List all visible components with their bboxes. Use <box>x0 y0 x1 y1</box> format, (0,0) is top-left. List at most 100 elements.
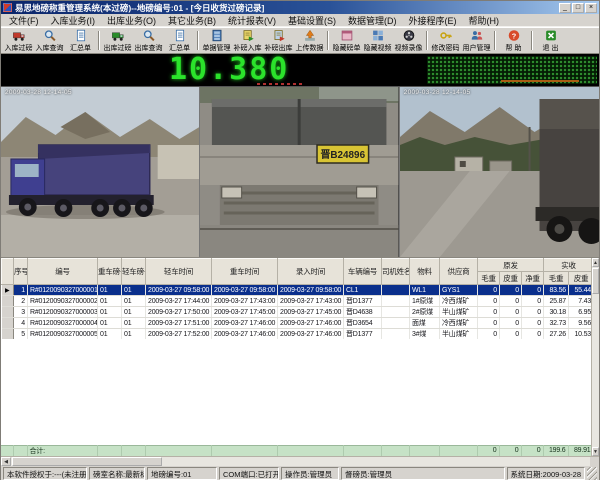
cell-driver <box>382 296 410 307</box>
menu-item[interactable]: 出库业务(O) <box>101 14 162 27</box>
toolbar-button[interactable]: 修改密码 <box>430 29 461 52</box>
row-selector[interactable]: ▶ <box>2 285 14 296</box>
cell-vehicle: 晋D4638 <box>344 307 382 318</box>
toolbar-button-label: 汇总单 <box>169 43 190 53</box>
cell-orig-tare: 0 <box>500 329 522 340</box>
horizontal-scroll-thumb[interactable] <box>12 457 162 466</box>
status-panel: 操作员:管理员 <box>281 467 339 480</box>
row-selector[interactable] <box>2 307 14 318</box>
header-heavy-scale[interactable]: 重车磅号 <box>98 259 122 285</box>
minimize-button[interactable]: _ <box>559 3 571 13</box>
cell-seq: 4 <box>14 318 28 329</box>
cell-light-scale: 01 <box>122 318 146 329</box>
toolbar-button[interactable]: 汇总单 <box>65 29 96 52</box>
note-in-icon <box>241 29 255 42</box>
toolbar-button-label: 隐藏磅单 <box>333 43 361 53</box>
row-selector[interactable] <box>2 329 14 340</box>
header-light-time[interactable]: 轻车时间 <box>146 259 212 285</box>
menu-item[interactable]: 帮助(H) <box>463 14 506 27</box>
header-heavy-time[interactable]: 重车时间 <box>212 259 278 285</box>
header-group-original[interactable]: 原发 <box>478 259 544 272</box>
header-light-scale[interactable]: 轻车磅号 <box>122 259 146 285</box>
toolbar-button[interactable]: 用户管理 <box>461 29 492 52</box>
toolbar-button[interactable]: 补磅入库 <box>232 29 263 52</box>
menu-item[interactable]: 统计报表(V) <box>222 14 282 27</box>
header-vehicle[interactable]: 车辆编号 <box>344 259 382 285</box>
toolbar-button[interactable]: 出库过磅 <box>102 29 133 52</box>
cell-material: 1#原煤 <box>410 296 440 307</box>
toolbar-button-label: 视频录像 <box>395 43 423 53</box>
toolbar-button[interactable]: ? 帮 助 <box>498 29 529 52</box>
records-table: 序号 编号 重车磅号 轻车磅号 轻车时间 重车时间 录入时间 车辆编号 司机姓名… <box>1 258 594 340</box>
cell-vehicle: 晋D1377 <box>344 296 382 307</box>
cabinet-icon <box>210 29 224 42</box>
cell-heavy-time: 2009-03-27 17:43:00 <box>212 296 278 307</box>
toolbar-button[interactable]: 出库查询 <box>133 29 164 52</box>
toolbar-button[interactable]: 隐藏视频 <box>362 29 393 52</box>
menu-item[interactable]: 文件(F) <box>3 14 45 27</box>
resize-grip[interactable] <box>587 467 597 480</box>
table-row[interactable]: ▶ 1 R#0120090327000001 01 01 2009-03-27 … <box>2 285 594 296</box>
header-driver[interactable]: 司机姓名 <box>382 259 410 285</box>
menu-item[interactable]: 入库业务(I) <box>45 14 102 27</box>
toolbar-button[interactable]: 补磅出库 <box>263 29 294 52</box>
vertical-scrollbar[interactable]: ▲ ▼ <box>591 258 599 456</box>
header-seq[interactable]: 序号 <box>14 259 28 285</box>
toolbar-separator <box>197 31 199 50</box>
scroll-up-icon[interactable]: ▲ <box>592 258 599 267</box>
status-panel: 本软件授权于:---(未注册) <box>3 467 87 480</box>
exit-icon <box>544 29 558 42</box>
header-recv-tare[interactable]: 皮重 <box>569 272 594 285</box>
table-row[interactable]: 3 R#0120090327000003 01 01 2009-03-27 17… <box>2 307 594 318</box>
menu-item[interactable]: 外接程序(E) <box>403 14 463 27</box>
header-orig-tare[interactable]: 皮重 <box>500 272 522 285</box>
header-gutter <box>2 259 14 285</box>
toolbar-button[interactable]: 入库查询 <box>34 29 65 52</box>
cell-recv-tare: 10.53 <box>569 329 594 340</box>
toolbar-button[interactable]: 单据管理 <box>201 29 232 52</box>
toolbar-button-label: 单据管理 <box>203 43 231 53</box>
menu-item[interactable]: 其它业务(B) <box>162 14 222 27</box>
scroll-down-icon[interactable]: ▼ <box>592 447 599 456</box>
document-icon <box>173 29 187 42</box>
header-entry-time[interactable]: 录入时间 <box>278 259 344 285</box>
cell-orig-gross: 0 <box>478 307 500 318</box>
header-group-received[interactable]: 实收 <box>544 259 594 272</box>
toolbar-button[interactable]: 退 出 <box>535 29 566 52</box>
header-recv-gross[interactable]: 毛重 <box>544 272 569 285</box>
menu-item[interactable]: 基础设置(S) <box>282 14 342 27</box>
row-selector[interactable] <box>2 318 14 329</box>
totals-orig-tare: 0 <box>499 445 521 456</box>
maximize-button[interactable]: □ <box>572 3 584 13</box>
header-no[interactable]: 编号 <box>28 259 98 285</box>
status-bar: 本软件授权于:---(未注册)磅室名称:最新标准版地磅编号:01COM端口:已打… <box>1 466 599 480</box>
status-panel: 地磅编号:01 <box>147 467 217 480</box>
camera-2-scene: 晋B24896 <box>200 87 398 257</box>
table-row[interactable]: 2 R#0120090327000002 01 01 2009-03-27 17… <box>2 296 594 307</box>
cell-recv-gross: 27.26 <box>544 329 569 340</box>
toolbar-button[interactable]: 上传数据 <box>294 29 325 52</box>
cell-vehicle: 晋D1377 <box>344 329 382 340</box>
close-button[interactable]: × <box>585 3 597 13</box>
table-row[interactable]: 5 R#0120090327000005 01 01 2009-03-27 17… <box>2 329 594 340</box>
application-window: 易思地磅称重管理系统(本过磅)--地磅编号:01 - [今日收货过磅记录] _ … <box>0 0 600 480</box>
cell-driver <box>382 285 410 296</box>
scroll-left-icon[interactable]: ◀ <box>1 457 11 466</box>
header-orig-gross[interactable]: 毛重 <box>478 272 500 285</box>
cell-orig-net: 0 <box>522 296 544 307</box>
toolbar-button[interactable]: 隐藏磅单 <box>331 29 362 52</box>
row-selector[interactable] <box>2 296 14 307</box>
table-row[interactable]: 4 R#0120090327000004 01 01 2009-03-27 17… <box>2 318 594 329</box>
header-orig-net[interactable]: 净重 <box>522 272 544 285</box>
vertical-scroll-thumb[interactable] <box>592 268 599 294</box>
menu-item[interactable]: 数据管理(D) <box>342 14 403 27</box>
toolbar-button[interactable]: 视频录像 <box>393 29 424 52</box>
header-material[interactable]: 物料 <box>410 259 440 285</box>
toolbar-button[interactable]: 入库过磅 <box>3 29 34 52</box>
header-supplier[interactable]: 供应商 <box>440 259 478 285</box>
toolbar-button[interactable]: 汇总单 <box>164 29 195 52</box>
cell-light-scale: 01 <box>122 285 146 296</box>
cell-entry-time: 2009-03-27 17:46:00 <box>278 318 344 329</box>
window-title: 易思地磅称重管理系统(本过磅)--地磅编号:01 - [今日收货过磅记录] <box>15 2 559 14</box>
horizontal-scrollbar[interactable]: ◀ <box>1 456 599 466</box>
